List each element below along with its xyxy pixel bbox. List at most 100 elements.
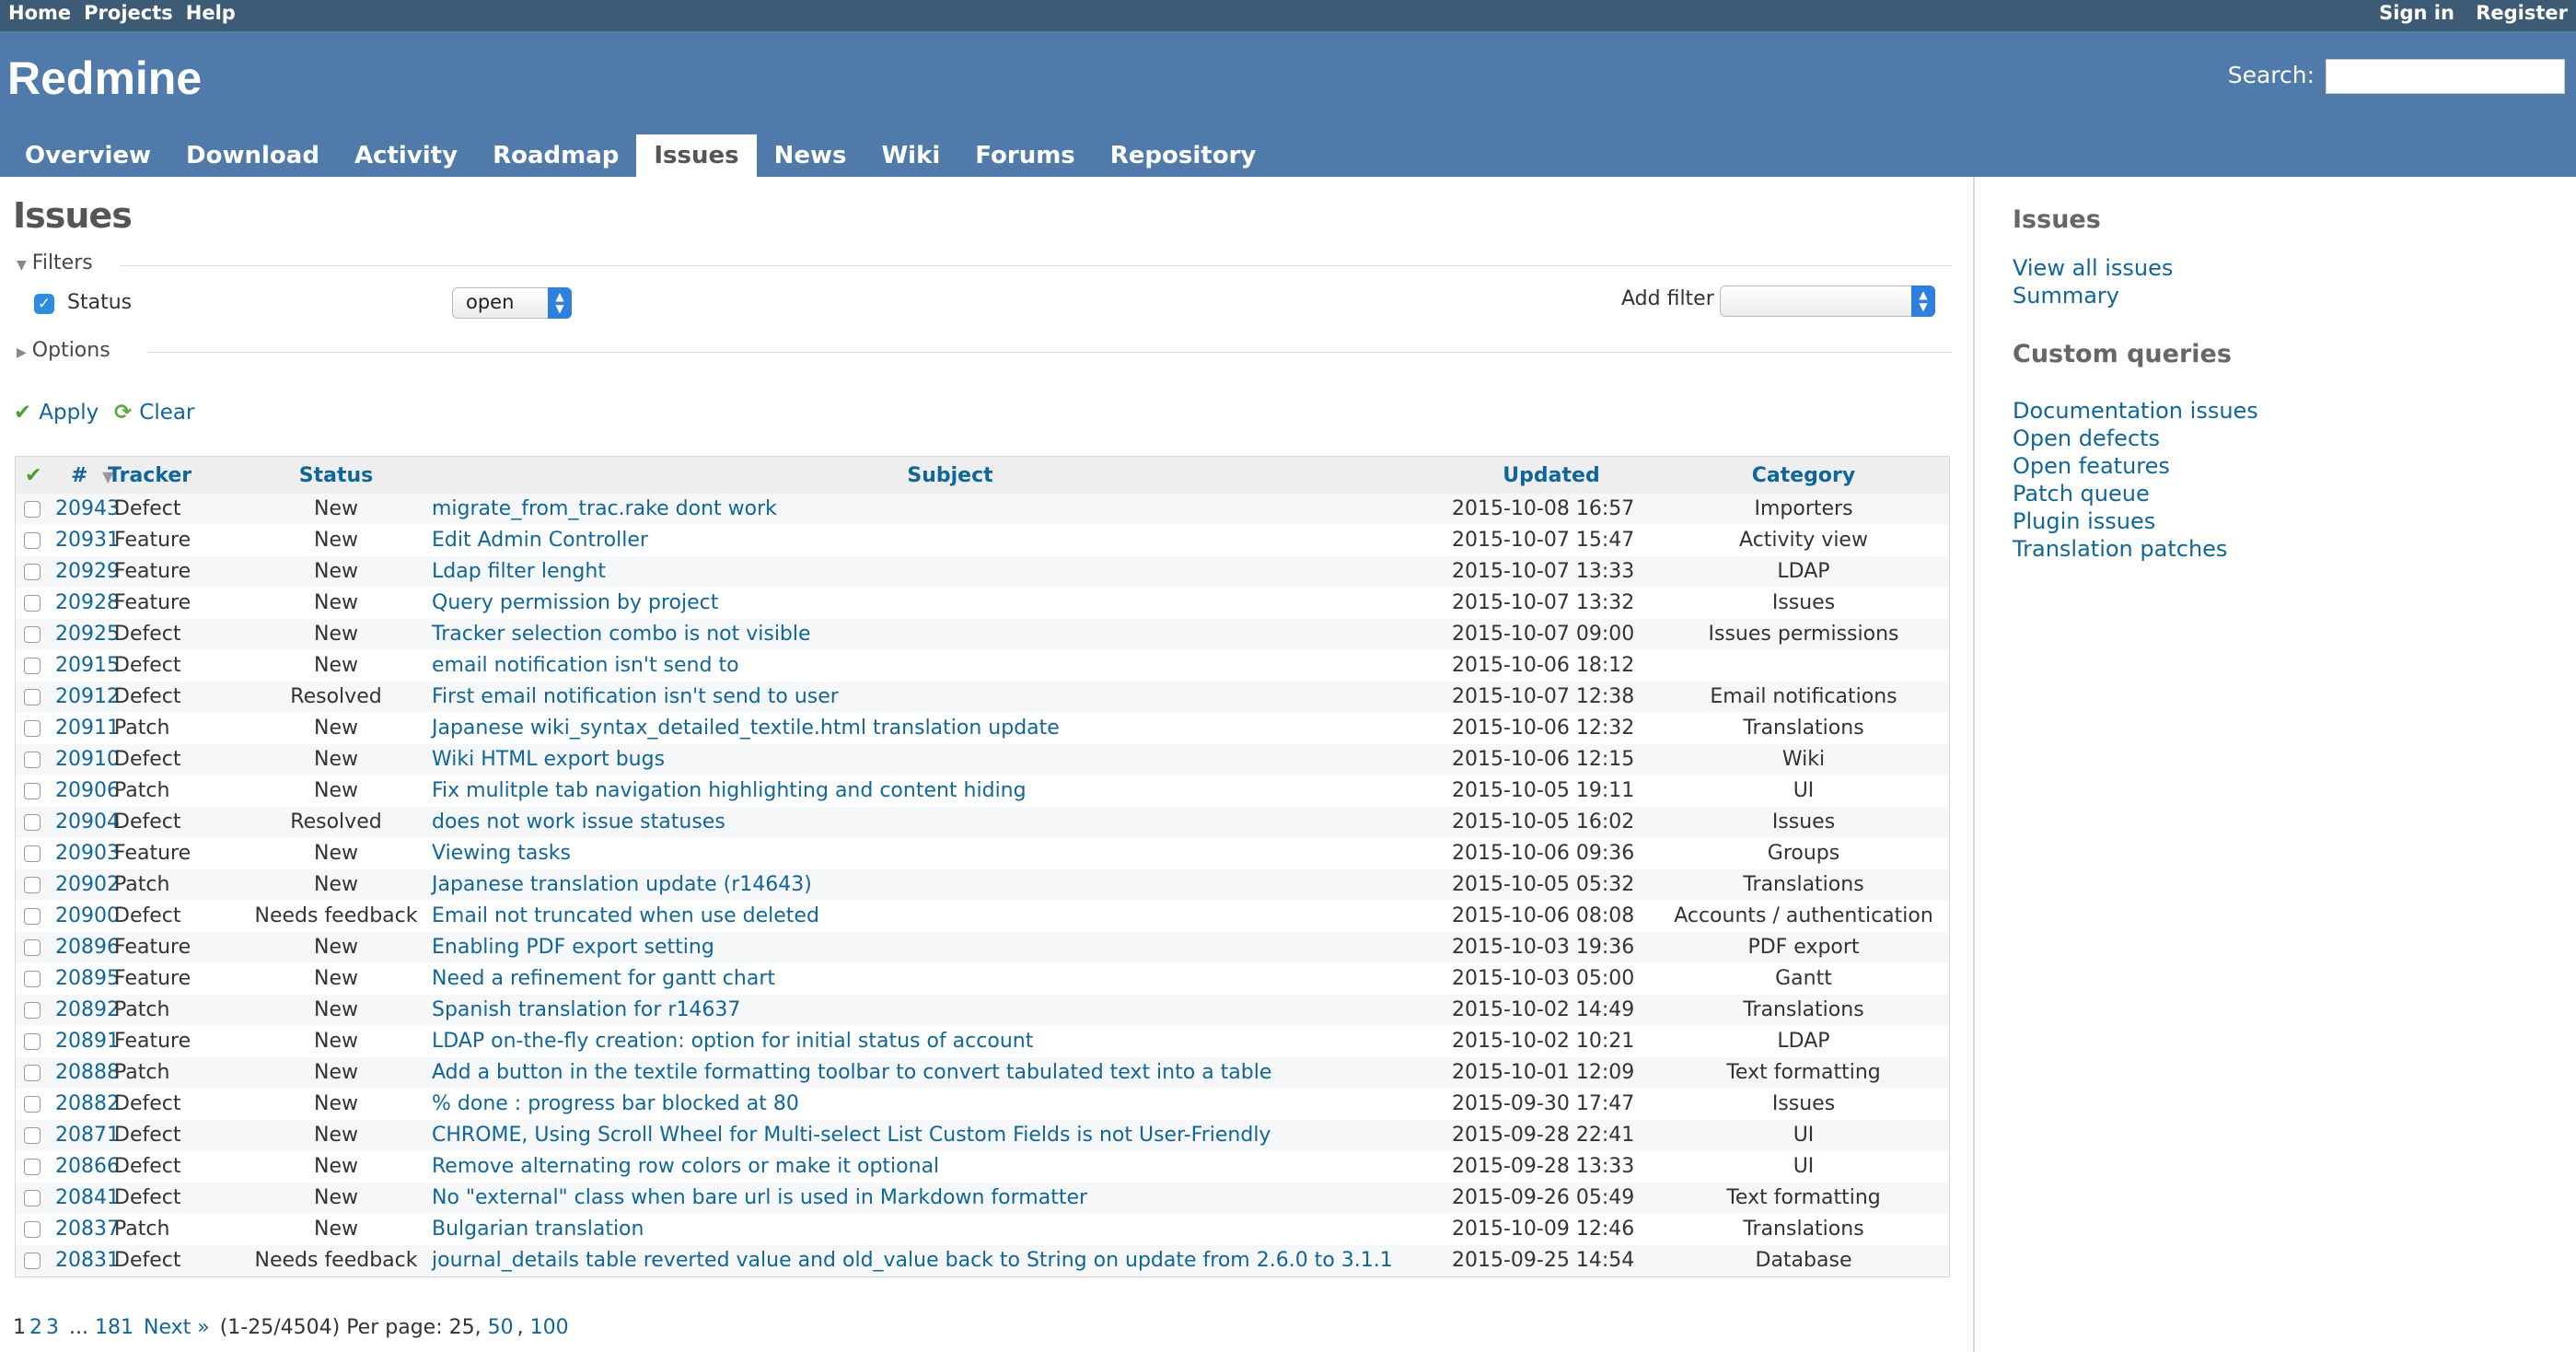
row-checkbox[interactable] [24,1221,41,1238]
tab-roadmap[interactable]: Roadmap [475,134,636,177]
issue-subject-link[interactable]: % done : progress bar blocked at 80 [432,1089,799,1120]
top-menu-home[interactable]: Home [8,2,71,24]
issue-subject-link[interactable]: migrate_from_trac.rake dont work [432,494,777,525]
search-input[interactable] [2326,59,2565,94]
issue-subject-link[interactable]: does not work issue statuses [432,807,725,838]
issue-subject-link[interactable]: No "external" class when bare url is use… [432,1183,1087,1214]
query-link-open-features[interactable]: Open features [2013,453,2170,479]
issue-subject-link[interactable]: First email notification isn't send to u… [432,682,839,713]
issue-id-link[interactable]: 20837 [55,1214,120,1245]
row-checkbox[interactable] [24,689,41,705]
issue-subject-link[interactable]: Spanish translation for r14637 [432,995,740,1026]
issue-subject-link[interactable]: Ldap filter lenght [432,556,606,588]
issue-id-link[interactable]: 20912 [55,682,120,713]
row-checkbox[interactable] [24,595,41,612]
issue-id-link[interactable]: 20888 [55,1057,120,1089]
issue-subject-link[interactable]: Japanese translation update (r14643) [432,869,812,901]
row-checkbox[interactable] [24,626,41,643]
toggle-all-check-icon[interactable]: ✔ [25,464,41,487]
row-checkbox[interactable] [24,720,41,737]
issue-id-link[interactable]: 20871 [55,1120,120,1151]
top-menu-projects[interactable]: Projects [84,2,173,24]
row-checkbox[interactable] [24,1065,41,1081]
issue-subject-link[interactable]: Add a button in the textile formatting t… [432,1057,1271,1089]
tab-news[interactable]: News [757,134,864,177]
filters-legend[interactable]: ▼ Filters [17,251,93,274]
issue-subject-link[interactable]: Fix mulitple tab navigation highlighting… [432,775,1027,807]
issue-id-link[interactable]: 20841 [55,1183,120,1214]
issue-subject-link[interactable]: Remove alternating row colors or make it… [432,1151,939,1183]
add-filter-select[interactable]: ▲ ▼ [1720,286,1935,317]
issue-id-link[interactable]: 20910 [55,744,120,775]
issue-subject-link[interactable]: Wiki HTML export bugs [432,744,665,775]
issue-subject-link[interactable]: email notification isn't send to [432,650,739,682]
issue-id-link[interactable]: 20929 [55,556,120,588]
issue-id-link[interactable]: 20904 [55,807,120,838]
issue-id-link[interactable]: 20902 [55,869,120,901]
issue-id-link[interactable]: 20906 [55,775,120,807]
tab-overview[interactable]: Overview [7,134,168,177]
view-all-issues-link[interactable]: View all issues [2013,255,2173,281]
page-link-last[interactable]: 181 [95,1316,133,1339]
row-checkbox[interactable] [24,1159,41,1175]
issue-subject-link[interactable]: Enabling PDF export setting [432,932,714,963]
issue-id-link[interactable]: 20925 [55,619,120,650]
issue-subject-link[interactable]: Query permission by project [432,588,718,619]
row-checkbox[interactable] [24,658,41,674]
query-link-documentation-issues[interactable]: Documentation issues [2013,398,2258,424]
row-checkbox[interactable] [24,814,41,831]
issue-id-link[interactable]: 20891 [55,1026,120,1057]
issue-subject-link[interactable]: Bulgarian translation [432,1214,644,1245]
tab-issues[interactable]: Issues [636,134,757,177]
issue-id-link[interactable]: 20943 [55,494,120,525]
summary-link[interactable]: Summary [2013,283,2119,309]
query-link-patch-queue[interactable]: Patch queue [2013,481,2150,507]
issue-id-link[interactable]: 20866 [55,1151,120,1183]
row-checkbox[interactable] [24,939,41,956]
tab-repository[interactable]: Repository [1093,134,1274,177]
row-checkbox[interactable] [24,783,41,799]
issue-subject-link[interactable]: Edit Admin Controller [432,525,648,556]
issue-id-link[interactable]: 20896 [55,932,120,963]
page-link-2[interactable]: 2 [29,1316,42,1339]
tab-download[interactable]: Download [168,134,337,177]
apply-button[interactable]: ✔ Apply [14,401,99,425]
issue-subject-link[interactable]: CHROME, Using Scroll Wheel for Multi-sel… [432,1120,1271,1151]
filter-status-checkbox[interactable]: ✓ [34,294,54,314]
tab-wiki[interactable]: Wiki [864,134,958,177]
clear-button[interactable]: ⟳ Clear [114,401,194,425]
issue-subject-link[interactable]: Viewing tasks [432,838,571,869]
register-link[interactable]: Register [2476,2,2568,24]
sign-in-link[interactable]: Sign in [2379,2,2454,24]
row-checkbox[interactable] [24,564,41,580]
issue-id-link[interactable]: 20892 [55,995,120,1026]
issue-id-link[interactable]: 20900 [55,901,120,932]
row-checkbox[interactable] [24,908,41,925]
row-checkbox[interactable] [24,1253,41,1269]
query-link-plugin-issues[interactable]: Plugin issues [2013,508,2155,534]
query-link-translation-patches[interactable]: Translation patches [2013,536,2227,562]
row-checkbox[interactable] [24,971,41,987]
tab-forums[interactable]: Forums [957,134,1092,177]
issue-subject-link[interactable]: Japanese wiki_syntax_detailed_textile.ht… [432,713,1060,744]
next-page-link[interactable]: Next » [144,1316,210,1339]
issue-subject-link[interactable]: Tracker selection combo is not visible [432,619,811,650]
row-checkbox[interactable] [24,1002,41,1019]
issue-id-link[interactable]: 20928 [55,588,120,619]
page-link-3[interactable]: 3 [46,1316,59,1339]
row-checkbox[interactable] [24,501,41,518]
tab-activity[interactable]: Activity [337,134,475,177]
issue-id-link[interactable]: 20911 [55,713,120,744]
row-checkbox[interactable] [24,1033,41,1050]
issue-subject-link[interactable]: Email not truncated when use deleted [432,901,819,932]
issue-subject-link[interactable]: LDAP on-the-fly creation: option for ini… [432,1026,1033,1057]
issue-id-link[interactable]: 20882 [55,1089,120,1120]
row-checkbox[interactable] [24,752,41,768]
options-legend[interactable]: ▶ Options [17,339,110,362]
row-checkbox[interactable] [24,845,41,862]
row-checkbox[interactable] [24,1096,41,1113]
issue-id-link[interactable]: 20931 [55,525,120,556]
row-checkbox[interactable] [24,532,41,549]
status-operator-select[interactable]: open ▲ ▼ [452,287,572,319]
issue-subject-link[interactable]: journal_details table reverted value and… [432,1245,1393,1276]
